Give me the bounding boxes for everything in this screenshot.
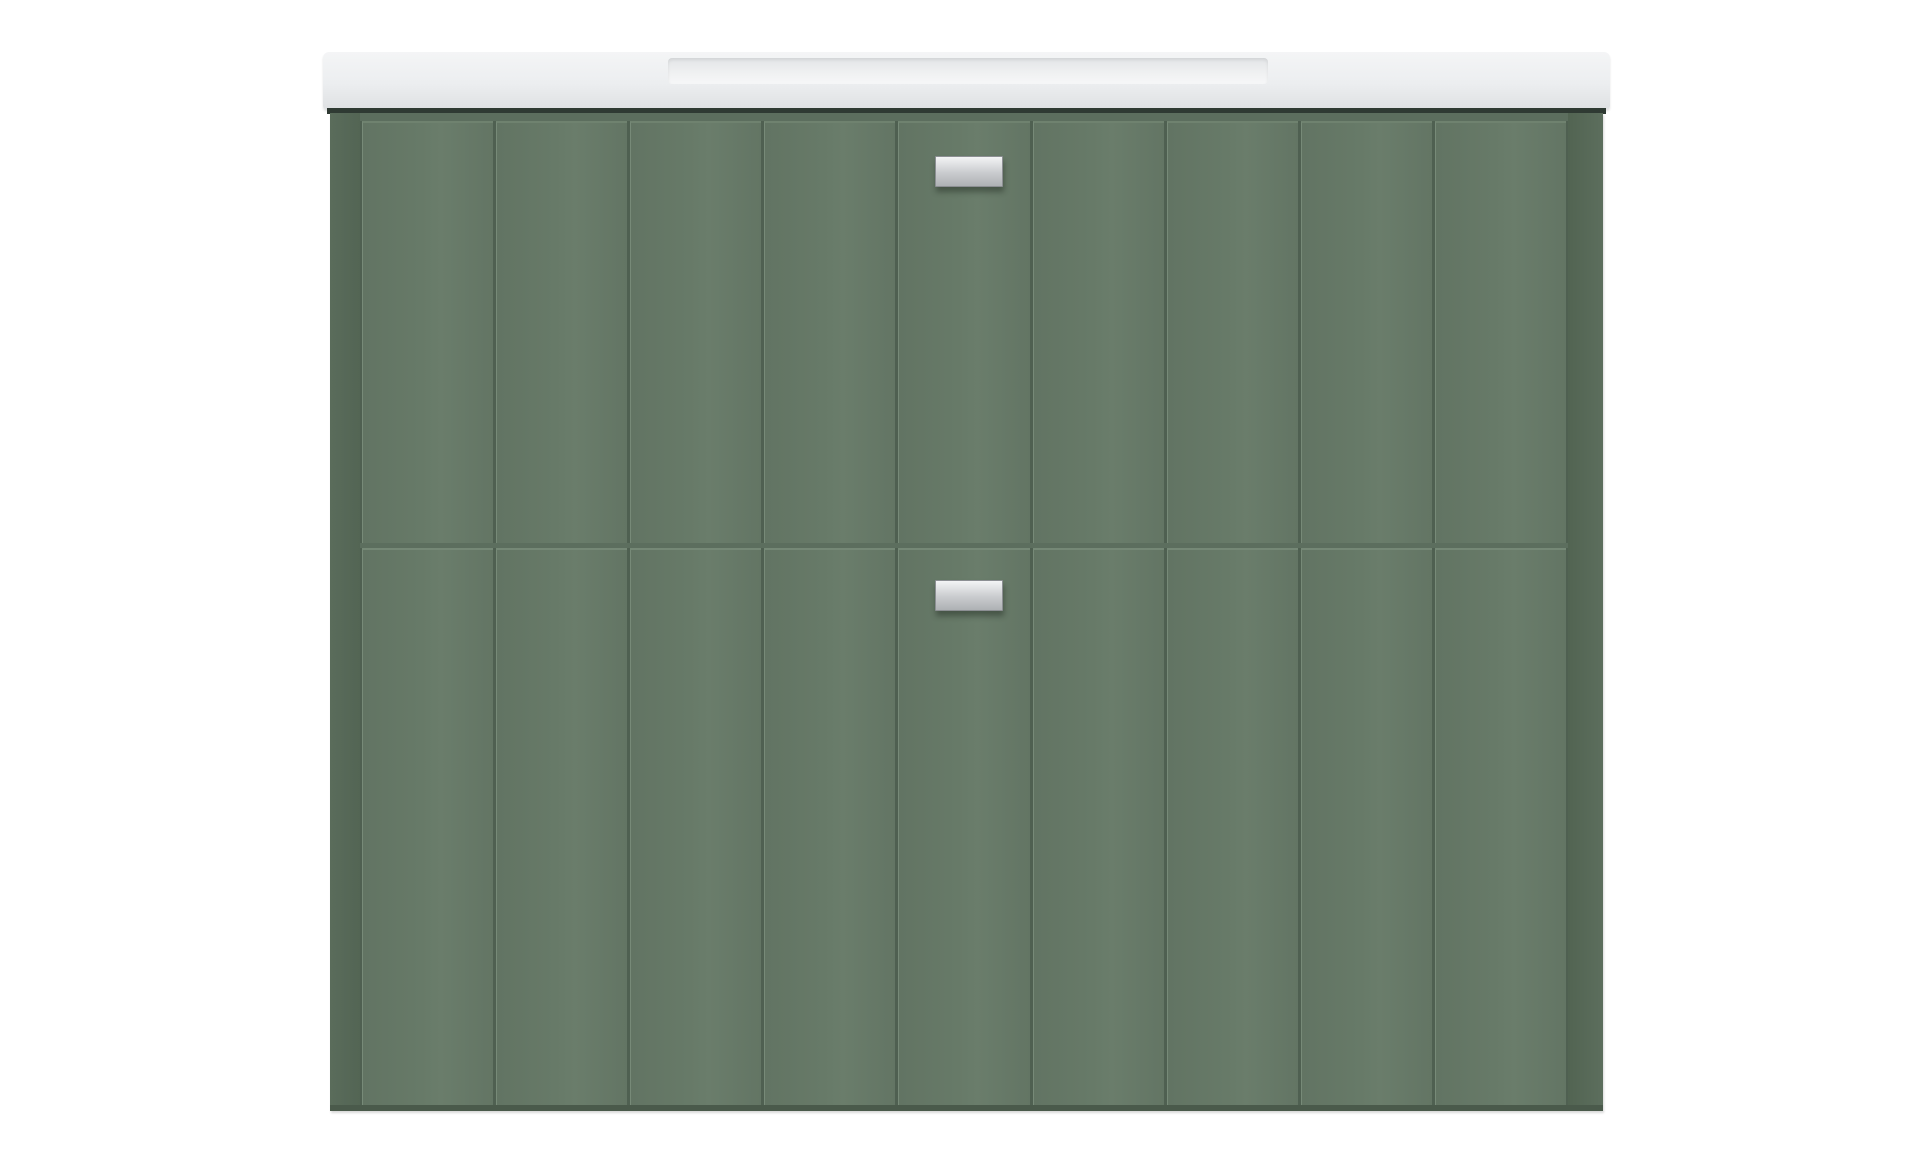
- drawer-slat: [1300, 121, 1432, 543]
- top-drawer-handle: [935, 156, 1003, 187]
- drawer-slat: [1434, 121, 1566, 543]
- bottom-drawer-handle: [935, 580, 1003, 611]
- drawer-slat: [630, 548, 762, 1105]
- drawer-slat: [630, 121, 762, 543]
- sink-basin: [668, 58, 1268, 84]
- cabinet-right-edge: [1568, 113, 1603, 1111]
- drawer-slat: [1166, 548, 1298, 1105]
- drawer-slat: [496, 121, 628, 543]
- bottom-drawer: [360, 548, 1568, 1105]
- drawer-slat: [898, 548, 1030, 1105]
- cabinet-left-edge: [330, 113, 360, 1111]
- cabinet-bottom-edge: [330, 1105, 1603, 1111]
- product-image: [0, 0, 1920, 1152]
- drawer-slat: [1032, 548, 1164, 1105]
- drawer-slat: [1166, 121, 1298, 543]
- drawer-slat: [1032, 121, 1164, 543]
- countertop: [323, 52, 1610, 109]
- drawer-slat: [362, 121, 494, 543]
- drawer-slat: [1300, 548, 1432, 1105]
- drawer-slat: [764, 548, 896, 1105]
- vanity-cabinet: [330, 113, 1603, 1111]
- drawer-slat: [362, 548, 494, 1105]
- drawer-slat: [1434, 548, 1566, 1105]
- drawer-slat: [764, 121, 896, 543]
- drawer-slat: [496, 548, 628, 1105]
